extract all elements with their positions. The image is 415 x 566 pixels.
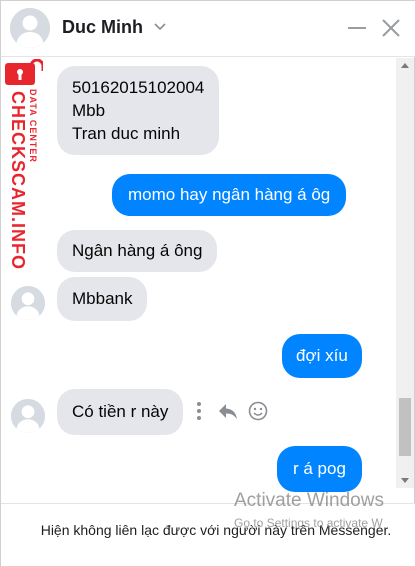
message-bubble-outgoing[interactable]: r á pog xyxy=(277,446,362,492)
default-avatar-icon xyxy=(11,399,45,433)
message-line: Mbb xyxy=(72,101,106,120)
minimize-icon[interactable] xyxy=(346,17,368,39)
message-actions xyxy=(193,400,273,424)
message-text: đợi xíu xyxy=(296,346,348,365)
contact-name[interactable]: Duc Minh xyxy=(62,17,143,38)
contact-avatar-small xyxy=(11,286,45,320)
message-scrollbar[interactable] xyxy=(396,58,414,488)
message-text: r á pog xyxy=(293,459,346,478)
message-text: momo hay ngân hàng á ôg xyxy=(128,185,331,204)
message-text: Mbbank xyxy=(72,289,133,308)
message-bubble-incoming[interactable]: 50162015102004 Mbb Tran duc minh xyxy=(57,66,220,155)
reply-icon[interactable] xyxy=(218,402,238,420)
scrollbar-thumb[interactable] xyxy=(399,398,411,456)
message-line: 50162015102004 xyxy=(72,78,205,97)
chat-header: Duc Minh xyxy=(1,1,415,57)
chat-window: Duc Minh 50162015102004 Mbb Tran duc min… xyxy=(0,0,415,566)
unavailable-notice: Hiện không liên lạc được với người này t… xyxy=(40,522,392,538)
close-icon[interactable] xyxy=(380,17,402,39)
scroll-up-arrow-icon[interactable] xyxy=(401,62,409,68)
contact-avatar[interactable] xyxy=(10,8,50,48)
message-list[interactable]: 50162015102004 Mbb Tran duc minh momo ha… xyxy=(1,58,395,503)
message-line: Tran duc minh xyxy=(72,124,181,143)
chat-footer: Hiện không liên lạc được với người này t… xyxy=(1,503,415,566)
chevron-down-icon[interactable] xyxy=(153,19,167,33)
message-bubble-incoming[interactable]: Có tiền r này xyxy=(57,389,184,435)
message-bubble-outgoing[interactable]: momo hay ngân hàng á ôg xyxy=(112,174,347,216)
default-avatar-icon xyxy=(10,8,50,48)
message-bubble-outgoing[interactable]: đợi xíu xyxy=(282,334,362,378)
message-text: Có tiền r này xyxy=(72,402,169,421)
contact-avatar-small xyxy=(11,399,45,433)
message-text: Ngân hàng á ông xyxy=(72,241,203,260)
message-bubble-incoming[interactable]: Ngân hàng á ông xyxy=(57,230,218,272)
scroll-down-arrow-icon[interactable] xyxy=(401,478,409,484)
message-bubble-incoming[interactable]: Mbbank xyxy=(57,277,148,321)
react-emoji-icon[interactable] xyxy=(248,401,268,421)
default-avatar-icon xyxy=(11,286,45,320)
more-options-icon[interactable] xyxy=(193,400,205,422)
